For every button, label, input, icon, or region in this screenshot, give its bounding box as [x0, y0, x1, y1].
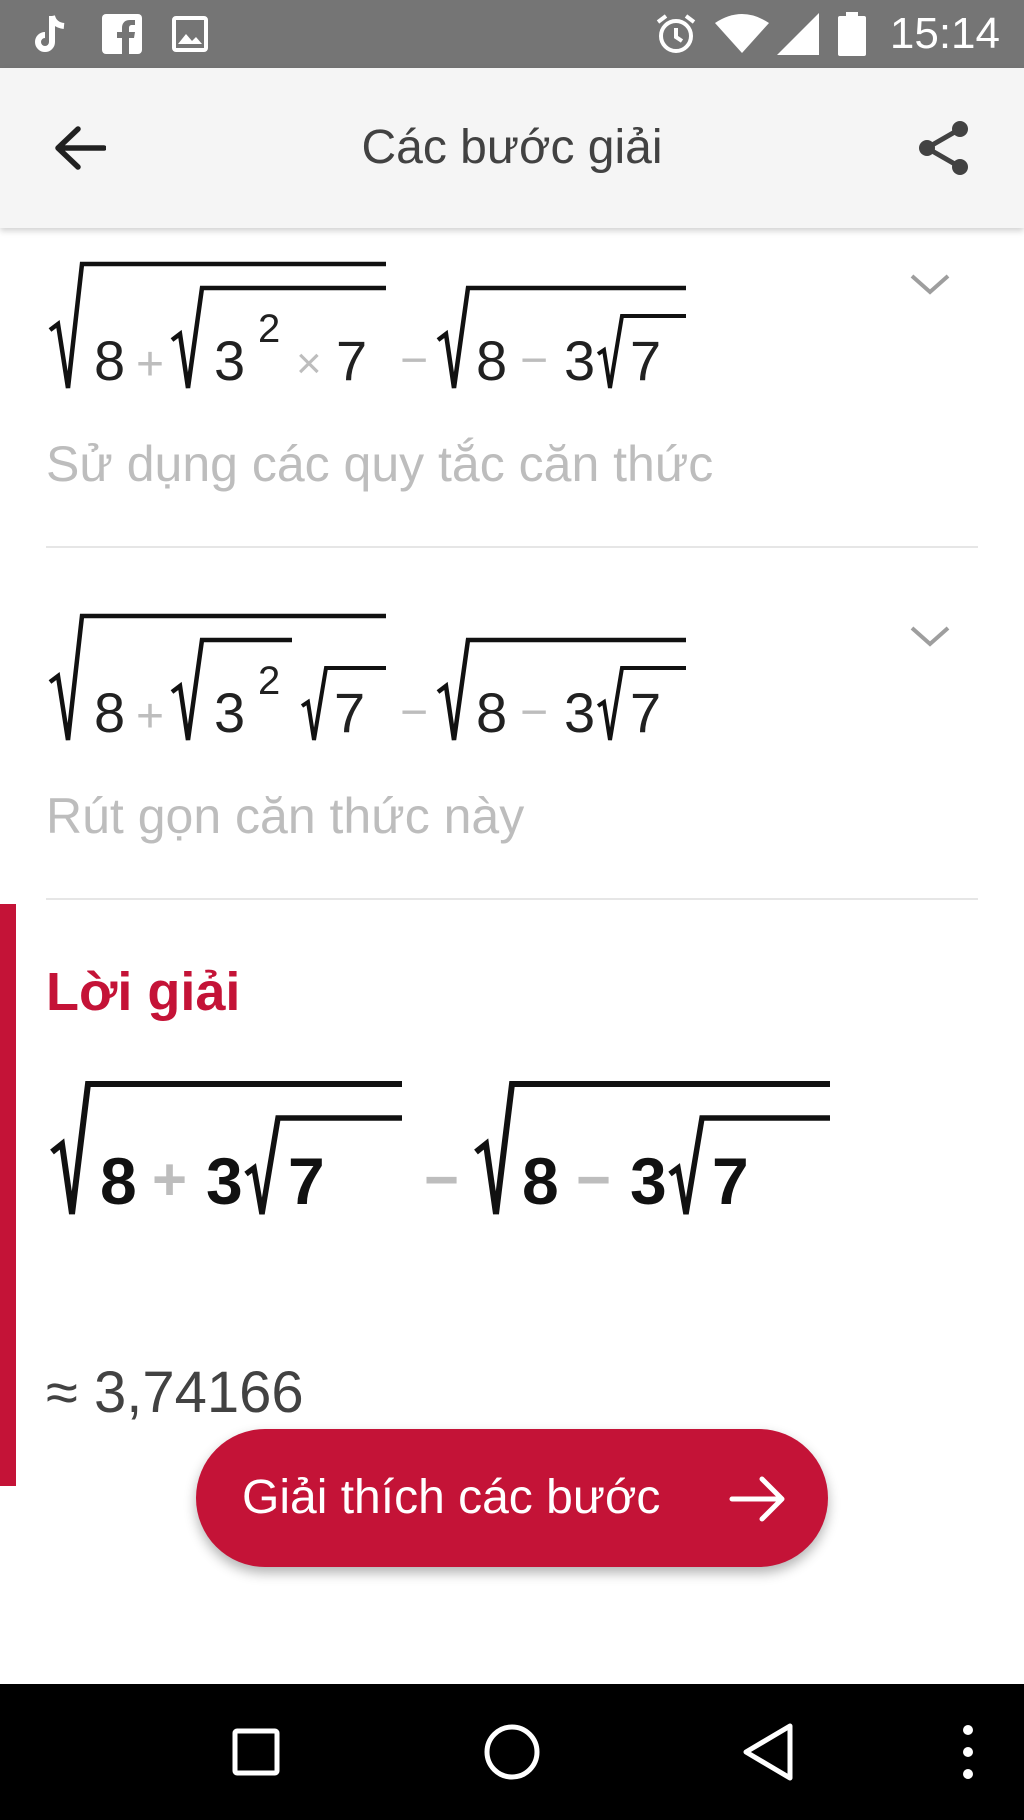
explain-steps-button[interactable]: Giải thích các bước [196, 1429, 828, 1567]
step-2-expression: 8 + 3 2 7 − 8 − 3 7 [48, 613, 686, 744]
expr-number: 8 [94, 329, 125, 392]
arrow-right-icon [729, 1476, 785, 1522]
step-description: Sử dụng các quy tắc căn thức [46, 436, 714, 492]
more-vert-icon [963, 1725, 973, 1779]
expr-operator: + [136, 338, 164, 391]
more-options-button[interactable] [928, 1712, 1008, 1792]
expr-number: 8 [522, 1144, 559, 1218]
share-icon [919, 121, 968, 175]
expr-number: 8 [94, 681, 125, 744]
facebook-icon [100, 12, 144, 56]
expr-number: 3 [214, 329, 245, 392]
expr-number: 7 [288, 1144, 325, 1218]
expr-number: 3 [214, 681, 245, 744]
wifi-icon [714, 12, 770, 56]
image-icon [168, 12, 212, 56]
expr-exponent: 2 [258, 307, 280, 351]
expr-number: 3 [564, 681, 595, 744]
expr-number: 7 [630, 329, 661, 392]
chevron-down-icon[interactable] [906, 612, 954, 660]
solution-accent-bar [0, 904, 16, 1486]
step-description: Rút gọn căn thức này [46, 788, 525, 844]
nav-back-button[interactable] [728, 1712, 808, 1792]
expr-number: 8 [476, 329, 507, 392]
steps-content[interactable]: 8 + 3 2 × 7 − 8 − 3 7 Sử dụng các quy tắ… [0, 228, 1024, 1684]
chevron-down-icon[interactable] [906, 260, 954, 308]
status-time: 15:14 [889, 9, 1000, 58]
solution-expression: 8 + 3 7 − 8 − 3 7 [50, 1081, 830, 1218]
explain-steps-label: Giải thích các bước [242, 1471, 661, 1524]
battery-icon [836, 12, 868, 56]
back-triangle-icon [743, 1723, 793, 1781]
solution-title: Lời giải [46, 962, 241, 1022]
expr-operator: + [136, 690, 164, 743]
arrow-left-icon [55, 126, 106, 170]
divider [46, 546, 978, 548]
expr-operator: − [576, 1146, 611, 1213]
expr-exponent: 2 [258, 659, 280, 703]
app-bar: Các bước giải [0, 68, 1024, 228]
expr-operator: × [296, 339, 322, 388]
expr-number: 3 [206, 1144, 243, 1218]
back-button[interactable] [40, 108, 120, 188]
expr-operator: − [424, 1146, 459, 1213]
step-1-expression: 8 + 3 2 × 7 − 8 − 3 7 [48, 261, 686, 392]
expr-operator: + [152, 1146, 187, 1213]
recents-icon [232, 1728, 280, 1776]
expr-number: 7 [336, 329, 367, 392]
home-icon [484, 1724, 540, 1780]
status-bar: 15:14 [0, 0, 1024, 68]
expr-operator: − [400, 686, 428, 739]
alarm-icon [652, 12, 700, 56]
system-nav-bar [0, 1684, 1024, 1820]
expr-number: 3 [564, 329, 595, 392]
expr-number: 8 [100, 1144, 137, 1218]
expr-operator: − [520, 686, 548, 739]
recents-button[interactable] [216, 1712, 296, 1792]
divider [46, 898, 978, 900]
signal-icon [776, 12, 820, 56]
expr-number: 7 [334, 681, 365, 744]
expr-operator: − [520, 334, 548, 387]
expr-number: 7 [630, 681, 661, 744]
expr-number: 7 [712, 1144, 749, 1218]
share-button[interactable] [904, 108, 984, 188]
expr-number: 8 [476, 681, 507, 744]
expr-number: 3 [630, 1144, 667, 1218]
tiktok-icon [30, 12, 74, 56]
expr-operator: − [400, 334, 428, 387]
approximate-value: ≈ 3,74166 [46, 1360, 304, 1425]
page-title: Các bước giải [361, 121, 663, 174]
home-button[interactable] [472, 1712, 552, 1792]
